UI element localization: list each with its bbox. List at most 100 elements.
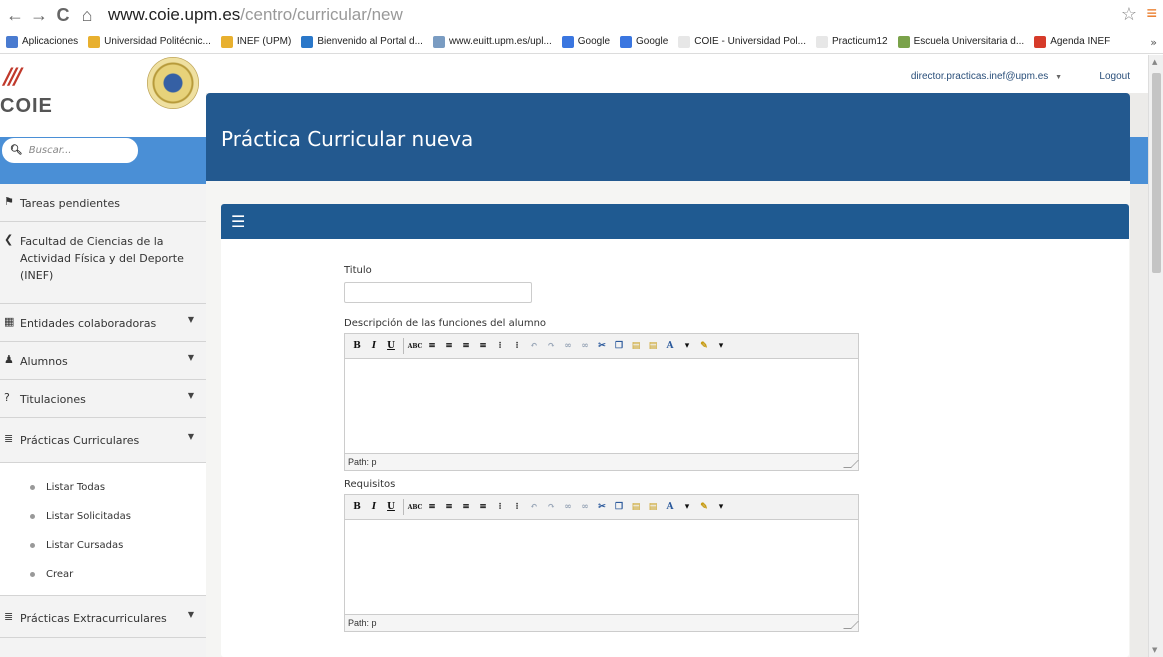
bold-icon[interactable]: B [349, 338, 365, 354]
dropdown-icon[interactable]: ▾ [713, 338, 729, 354]
bookmark-item[interactable]: COIE - Universidad Pol... [678, 35, 806, 48]
unlink-icon[interactable]: ∞ [577, 338, 593, 354]
copy-icon[interactable]: ❐ [611, 338, 627, 354]
bookmarks-more-icon[interactable]: » [1150, 36, 1157, 49]
search-input[interactable]: 🔍︎ Buscar... [2, 138, 138, 163]
underline-icon[interactable]: U [383, 338, 399, 354]
address-bar[interactable]: www.coie.upm.es/centro/curricular/new [108, 5, 403, 25]
bookmark-item[interactable]: Escuela Universitaria d... [897, 35, 1024, 48]
justify-icon[interactable]: ≡ [475, 499, 491, 515]
text-color-icon[interactable]: A [662, 499, 678, 515]
editor-statusbar: Path: p [345, 453, 859, 470]
editor-text-area[interactable] [345, 359, 858, 453]
sidebar-item-tareas[interactable]: ⚑ Tareas pendientes [0, 184, 206, 222]
user-menu[interactable]: director.practicas.inef@upm.es ▼ [911, 71, 1062, 82]
dropdown-icon[interactable]: ▾ [713, 499, 729, 515]
align-left-icon[interactable]: ≡ [424, 499, 440, 515]
highlight-icon[interactable]: ✎ [696, 338, 712, 354]
logout-link[interactable]: Logout [1099, 71, 1130, 82]
resize-grip-icon[interactable] [843, 460, 859, 468]
paste-icon[interactable]: ▤ [628, 338, 644, 354]
forward-icon[interactable]: → [30, 5, 48, 26]
bullet-list-icon[interactable]: ⁝ [492, 499, 508, 515]
undo-icon[interactable]: ↶ [526, 338, 542, 354]
bookmark-item[interactable]: Google [620, 35, 668, 48]
numbered-list-icon[interactable]: ⁝ [509, 338, 525, 354]
bookmark-star-icon[interactable]: ☆ [1121, 4, 1137, 25]
scroll-down-icon[interactable]: ▼ [1152, 646, 1157, 654]
bookmark-item[interactable]: INEF (UPM) [220, 35, 291, 48]
align-right-icon[interactable]: ≡ [458, 338, 474, 354]
resize-grip-icon[interactable] [843, 621, 859, 629]
dropdown-icon[interactable]: ▾ [679, 338, 695, 354]
university-seal-icon [147, 57, 199, 109]
bookmark-item[interactable]: www.euitt.upm.es/upl... [432, 35, 552, 48]
copy-icon[interactable]: ❐ [611, 499, 627, 515]
paste-icon[interactable]: ▤ [628, 499, 644, 515]
align-center-icon[interactable]: ≡ [441, 499, 457, 515]
text-color-icon[interactable]: A [662, 338, 678, 354]
home-icon[interactable]: ⌂ [78, 5, 96, 26]
undo-icon[interactable]: ↶ [526, 499, 542, 515]
editor-path: Path: p [348, 618, 377, 628]
bold-icon[interactable]: B [349, 499, 365, 515]
bookmark-item[interactable]: Google [561, 35, 610, 48]
align-center-icon[interactable]: ≡ [441, 338, 457, 354]
italic-icon[interactable]: I [366, 338, 382, 354]
submenu-item[interactable]: Listar Solicitadas [30, 502, 206, 531]
justify-icon[interactable]: ≡ [475, 338, 491, 354]
cut-icon[interactable]: ✂ [594, 338, 610, 354]
redo-icon[interactable]: ↷ [543, 338, 559, 354]
paste-word-icon[interactable]: ▤ [645, 499, 661, 515]
sidebar-item-label: Alumnos [20, 355, 68, 368]
unlink-icon[interactable]: ∞ [577, 499, 593, 515]
coie-logo-mark: /// [4, 65, 22, 90]
sidebar-item-facultad[interactable]: ❮ Facultad de Ciencias de la Actividad Fí… [0, 222, 206, 304]
browser-menu-icon[interactable]: ≡ [1146, 3, 1157, 24]
link-icon[interactable]: ∞ [560, 499, 576, 515]
numbered-list-icon[interactable]: ⁝ [509, 499, 525, 515]
highlight-icon[interactable]: ✎ [696, 499, 712, 515]
reload-icon[interactable]: C [54, 5, 72, 26]
redo-icon[interactable]: ↷ [543, 499, 559, 515]
logo-area: /// COIE [0, 55, 206, 137]
bullet-list-icon[interactable]: ⁝ [492, 338, 508, 354]
align-left-icon[interactable]: ≡ [424, 338, 440, 354]
bookmark-item[interactable]: Bienvenido al Portal d... [301, 35, 423, 48]
bookmark-label: Universidad Politécnic... [104, 36, 211, 47]
scrollbar[interactable]: ▲ ▼ [1148, 55, 1163, 657]
chevron-down-icon: ▼ [187, 391, 194, 400]
paste-word-icon[interactable]: ▤ [645, 338, 661, 354]
sidebar: ⚑ Tareas pendientes ❮ Facultad de Ciencias … [0, 184, 206, 657]
editor-text-area[interactable] [345, 520, 858, 614]
italic-icon[interactable]: I [366, 499, 382, 515]
submenu-item[interactable]: Listar Cursadas [30, 531, 206, 560]
scroll-thumb[interactable] [1152, 73, 1161, 273]
sidebar-item-alumnos[interactable]: ♟ Alumnos ▼ [0, 342, 206, 380]
strikethrough-icon[interactable]: ABC [407, 338, 423, 354]
scroll-up-icon[interactable]: ▲ [1152, 58, 1157, 66]
sidebar-item-entidades[interactable]: ▦ Entidades colaboradoras ▼ [0, 304, 206, 342]
sidebar-item-practicas-curriculares[interactable]: ≣ Prácticas Curriculares ▼ [0, 418, 206, 463]
strikethrough-icon[interactable]: ABC [407, 499, 423, 515]
requisitos-label: Requisitos [344, 479, 396, 490]
align-right-icon[interactable]: ≡ [458, 499, 474, 515]
sidebar-item-practicas-extracurriculares[interactable]: ≣ Prácticas Extracurriculares ▼ [0, 596, 206, 638]
bookmark-label: www.euitt.upm.es/upl... [448, 36, 552, 47]
list-icon: ☰ [231, 212, 246, 231]
bookmark-item[interactable]: Agenda INEF [1034, 35, 1110, 48]
titulo-input[interactable] [344, 282, 532, 303]
bullet-icon [30, 514, 35, 519]
cut-icon[interactable]: ✂ [594, 499, 610, 515]
sidebar-item-titulaciones[interactable]: ? Titulaciones ▼ [0, 380, 206, 418]
dropdown-icon[interactable]: ▾ [679, 499, 695, 515]
bookmark-item[interactable]: Practicum12 [816, 35, 888, 48]
top-strip: director.practicas.inef@upm.es ▼ Logout [206, 55, 1148, 93]
link-icon[interactable]: ∞ [560, 338, 576, 354]
bookmark-item[interactable]: Universidad Politécnic... [88, 35, 211, 48]
submenu-item[interactable]: Crear [30, 560, 206, 589]
underline-icon[interactable]: U [383, 499, 399, 515]
bookmark-item[interactable]: Aplicaciones [6, 35, 78, 48]
back-icon[interactable]: ← [6, 5, 24, 26]
submenu-item[interactable]: Listar Todas [30, 473, 206, 502]
